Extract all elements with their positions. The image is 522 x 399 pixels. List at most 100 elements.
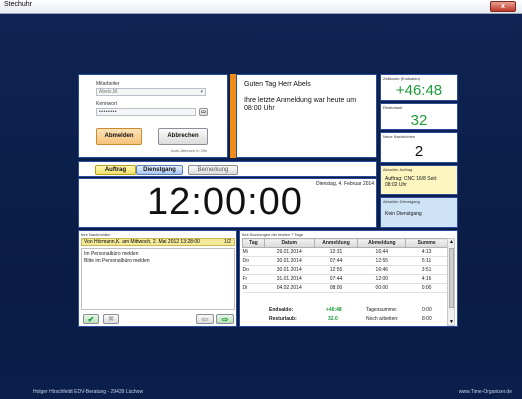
cell-tag: Di xyxy=(242,283,265,293)
cell-datum: 30.01.2014 xyxy=(264,256,315,266)
cell-abmeldung: 12:00 xyxy=(357,274,406,284)
nachrichten-label: Neue Nachrichten xyxy=(383,134,416,139)
employee-select[interactable]: Abels,M. ▾ xyxy=(96,88,206,96)
cell-tag: Fr xyxy=(242,274,265,284)
window-title: Stechuhr xyxy=(4,1,33,8)
bookings-scrollbar[interactable]: ▲ ▼ xyxy=(447,238,455,326)
title-bar: Stechuhr x xyxy=(0,0,522,14)
delete-message-button[interactable]: ✖ xyxy=(103,314,119,324)
bookings-table: Tag Datum Anmeldung Abmeldung Summe Mi 29… xyxy=(242,238,448,293)
message-header[interactable]: Von Hörmann,K. am Mittwoch, 2. Mai 2012 … xyxy=(81,238,235,246)
dienstgang-card: Aktueller Dienstgang Kein Dienstgang xyxy=(380,197,458,228)
scroll-down-icon: ▼ xyxy=(449,319,454,325)
employee-label: Mitarbeiter xyxy=(96,81,120,87)
cell-tag: Mi xyxy=(242,247,265,257)
column-header-anmeldung[interactable]: Anmeldung xyxy=(313,238,359,248)
tagessumme-label: Tagessumme: xyxy=(366,307,398,313)
cell-anmeldung: 12:31 xyxy=(314,247,358,257)
keyboard-icon: ▭ xyxy=(201,109,206,115)
cell-abmeldung: 16:46 xyxy=(357,265,406,275)
clock-date: Dienstag, 4. Februar 2014 xyxy=(316,181,375,187)
cross-icon: ✖ xyxy=(108,316,114,323)
mode-strip: Auftrag Dienstgang Bemerkung xyxy=(78,161,377,177)
confirm-message-button[interactable]: ✔ xyxy=(83,314,99,324)
endsaldo-label: Endsaldo: xyxy=(269,307,294,313)
close-button[interactable]: x xyxy=(490,1,516,12)
clock-time: 12:00:00 xyxy=(147,181,303,223)
keyboard-button[interactable]: ▭ xyxy=(199,108,208,116)
column-header-datum[interactable]: Datum xyxy=(263,238,315,248)
cell-datum: 30.01.2014 xyxy=(264,265,315,275)
previous-message-button[interactable]: ⇦ xyxy=(196,314,214,324)
footer-company: Holger Hirschfeldt EDV-Beratung - 29439 … xyxy=(33,389,144,395)
message-header-text: Von Hörmann,K. am Mittwoch, 2. Mai 2012 … xyxy=(84,239,200,245)
table-row[interactable]: Di 04.02.2014 08:00 00:00 0:00 xyxy=(242,283,448,293)
nachrichten-card[interactable]: Neue Nachrichten 2 xyxy=(380,132,458,163)
scrollbar-thumb[interactable] xyxy=(449,248,454,308)
checkmark-icon: ✔ xyxy=(87,315,95,324)
employee-value: Abels,M. xyxy=(99,89,119,95)
cell-anmeldung: 12:55 xyxy=(314,265,358,275)
logout-button[interactable]: Abmelden xyxy=(96,128,142,145)
cell-summe: 0:00 xyxy=(405,283,448,293)
resturlaub-label: Resturlaub xyxy=(383,105,403,110)
cell-anmeldung: 08:00 xyxy=(314,283,358,293)
cell-summe: 4:16 xyxy=(405,274,448,284)
message-line1: Im Personalbüro melden xyxy=(84,251,139,257)
table-row[interactable]: Do 30.01.2014 12:55 16:46 3:51 xyxy=(242,265,448,275)
cell-summe: 5:11 xyxy=(405,256,448,266)
cell-tag: Do xyxy=(242,265,265,275)
cell-abmeldung: 00:00 xyxy=(357,283,406,293)
noch-arbeiten-value: 8:00 xyxy=(422,316,432,322)
message-counter: 1/2 xyxy=(224,239,231,245)
cell-anmeldung: 07:44 xyxy=(314,256,358,266)
cell-tag: Do xyxy=(242,256,265,266)
password-label: Kennwort xyxy=(96,101,118,107)
dienstgang-button[interactable]: Dienstgang xyxy=(136,165,183,175)
zeitkonto-card: Zeitkonto (Endsaldo) +46:48 xyxy=(380,74,458,101)
zeitkonto-label: Zeitkonto (Endsaldo) xyxy=(383,76,420,81)
cancel-button[interactable]: Abbrechen xyxy=(158,128,208,145)
dienstgang-value: Kein Dienstgang xyxy=(385,211,422,217)
messages-panel: Ihre Nachrichten Von Hörmann,K. am Mittw… xyxy=(78,230,237,327)
table-row[interactable]: Mi 29.01.2014 12:31 16:44 4:13 xyxy=(242,247,448,257)
footer-website[interactable]: www.Time-Organizer.de xyxy=(459,389,512,395)
scroll-up-icon: ▲ xyxy=(449,239,454,245)
column-header-summe[interactable]: Summe xyxy=(405,238,448,248)
resturlaub-summary-value: 32.0 xyxy=(328,316,338,322)
table-row[interactable]: Fr 31.01.2014 07:44 12:00 4:16 xyxy=(242,274,448,284)
resturlaub-value: 32 xyxy=(410,112,428,129)
column-header-abmeldung[interactable]: Abmeldung xyxy=(357,238,407,248)
dienstgang-label: Aktueller Dienstgang xyxy=(383,199,420,204)
login-panel: Mitarbeiter Abels,M. ▾ Kennwort ••••••••… xyxy=(78,74,228,158)
zeitkonto-value: +46:48 xyxy=(395,82,443,99)
cell-abmeldung: 12:55 xyxy=(357,256,406,266)
tagessumme-value: 0:00 xyxy=(422,307,432,313)
bookings-label: Ihre Buchungen der letzten 7 Tage xyxy=(242,232,304,237)
bemerkung-button[interactable]: Bemerkung xyxy=(188,165,238,175)
nachrichten-value: 2 xyxy=(414,143,424,160)
cell-datum: 29.01.2014 xyxy=(264,247,315,257)
auftrag-card: Aktueller Auftrag Auftrag: CNC 16/8 Seit… xyxy=(380,165,458,195)
password-field[interactable]: •••••••• xyxy=(96,108,196,116)
message-line2: Bitte im Personalbüro melden xyxy=(84,258,150,264)
bookings-summary: Endsaldo: +46:48 Tagessumme: 0:00 Restur… xyxy=(242,304,448,326)
clock-panel: 12:00:00 Dienstag, 4. Februar 2014 xyxy=(78,178,377,228)
message-body: Im Personalbüro melden Bitte im Personal… xyxy=(81,248,235,310)
auto-logout-text: Auto.Abbruch in 29s xyxy=(171,148,208,153)
column-header-tag[interactable]: Tag xyxy=(242,238,265,248)
cell-datum: 04.02.2014 xyxy=(264,283,315,293)
cell-summe: 3:51 xyxy=(405,265,448,275)
table-row[interactable]: Do 30.01.2014 07:44 12:55 5:11 xyxy=(242,256,448,266)
cell-datum: 31.01.2014 xyxy=(264,274,315,284)
chevron-down-icon: ▾ xyxy=(200,89,203,95)
resturlaub-card: Resturlaub 32 xyxy=(380,103,458,130)
arrow-right-icon: ⇨ xyxy=(221,315,229,324)
greeting-panel: Guten Tag Herr Abels Ihre letzte Anmeldu… xyxy=(236,74,377,158)
greeting-line1: Guten Tag Herr Abels xyxy=(244,81,311,88)
endsaldo-value: +46:48 xyxy=(326,307,342,313)
bookings-panel: Ihre Buchungen der letzten 7 Tage Tag Da… xyxy=(239,230,458,327)
auftrag-button[interactable]: Auftrag xyxy=(95,165,136,175)
next-message-button[interactable]: ⇨ xyxy=(216,314,234,324)
messages-label: Ihre Nachrichten xyxy=(81,232,111,237)
